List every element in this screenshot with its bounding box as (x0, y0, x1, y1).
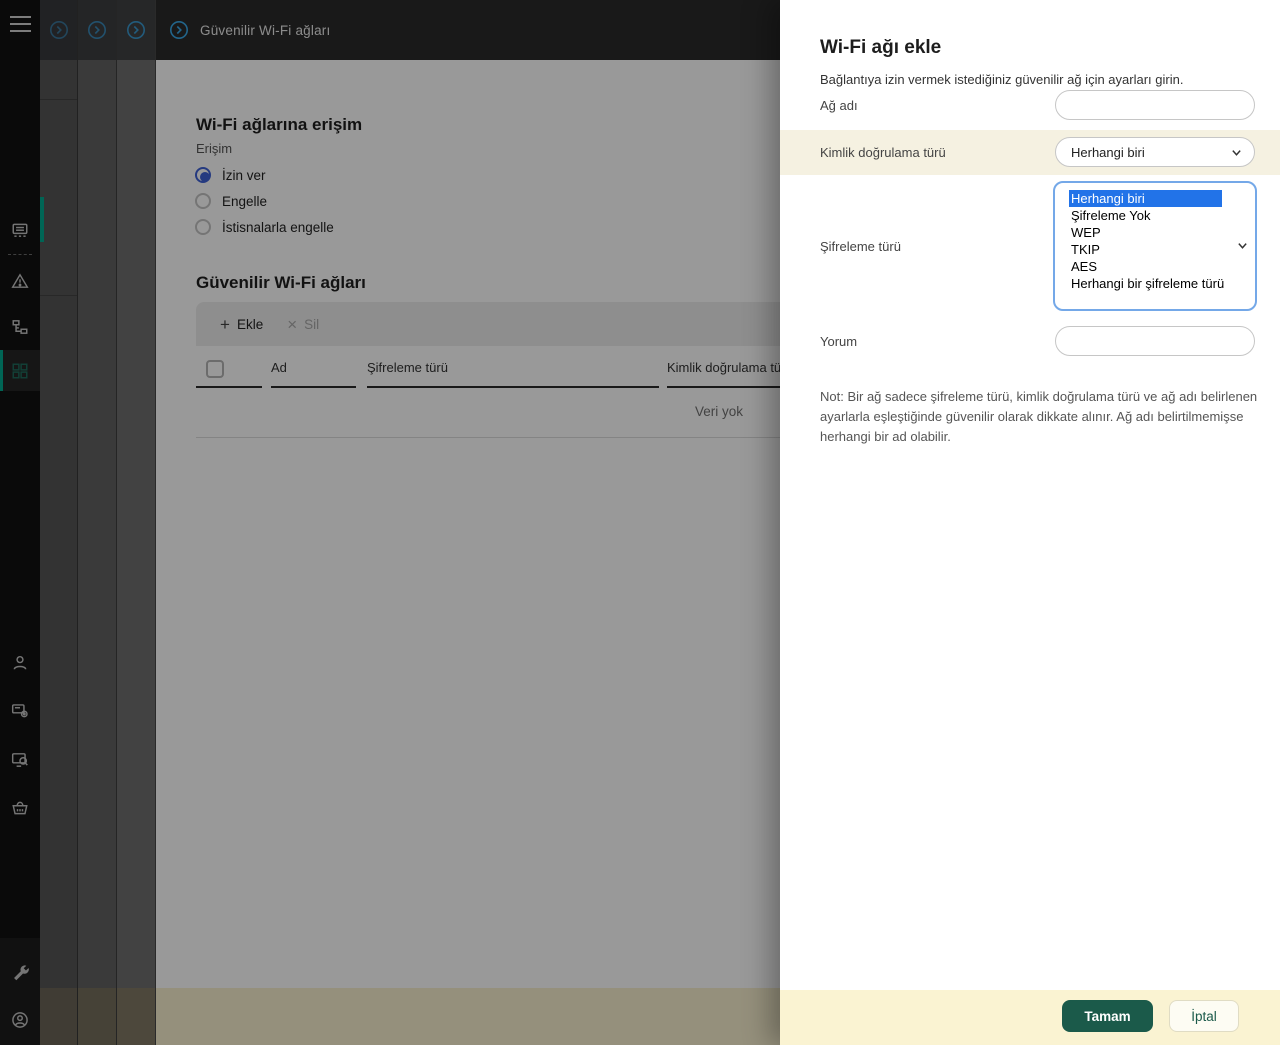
auth-type-label: Kimlik doğrulama türü (820, 145, 946, 160)
encryption-type-label: Şifreleme türü (820, 239, 901, 254)
dialog-description: Bağlantıya izin vermek istediğiniz güven… (820, 72, 1250, 87)
comment-label: Yorum (820, 334, 857, 349)
dropdown-option[interactable]: Herhangi bir şifreleme türü (1055, 275, 1255, 292)
add-wifi-dialog: Wi-Fi ağı ekle × Bağlantıya izin vermek … (780, 0, 1280, 1045)
comment-input[interactable] (1055, 326, 1255, 356)
network-name-input[interactable] (1055, 90, 1255, 120)
screen: Güvenilir Wi-Fi ağları Wi-Fi ağlarına er… (0, 0, 1280, 1045)
dropdown-option[interactable]: Şifreleme Yok (1055, 207, 1255, 224)
ok-button[interactable]: Tamam (1062, 1000, 1153, 1032)
dialog-title: Wi-Fi ağı ekle (820, 37, 941, 59)
dropdown-option[interactable]: WEP (1055, 224, 1255, 241)
dialog-footer: Tamam İptal (780, 990, 1280, 1045)
auth-type-select[interactable]: Herhangi biri (1055, 137, 1255, 167)
dropdown-option-selected[interactable]: Herhangi biri (1055, 190, 1255, 207)
modal-backdrop (0, 0, 780, 1045)
chevron-down-icon (1231, 147, 1242, 158)
cancel-button[interactable]: İptal (1169, 1000, 1239, 1032)
chevron-down-icon (1237, 240, 1248, 251)
dropdown-option[interactable]: TKIP (1055, 241, 1255, 258)
dropdown-option[interactable]: AES (1055, 258, 1255, 275)
network-name-label: Ağ adı (820, 98, 858, 113)
dialog-note: Not: Bir ağ sadece şifreleme türü, kimli… (820, 387, 1265, 447)
encryption-type-dropdown-list: Herhangi biri Şifreleme Yok WEP TKIP AES… (1053, 181, 1257, 311)
